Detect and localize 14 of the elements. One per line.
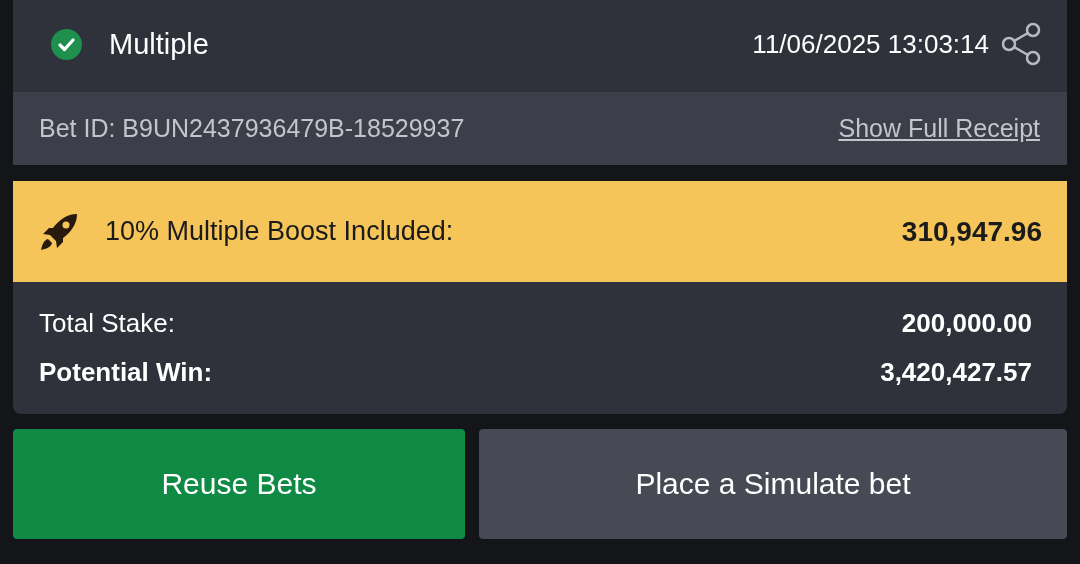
simulate-button[interactable]: Place a Simulate bet [479, 429, 1067, 539]
total-label: Potential Win: [39, 357, 213, 388]
total-value: 3,420,427.57 [880, 357, 1032, 388]
bet-datetime: 11/06/2025 13:03:14 [752, 28, 989, 60]
rocket-icon [39, 211, 79, 252]
boost-label: 10% Multiple Boost Included: [105, 216, 455, 247]
reuse-button[interactable]: Reuse Bets [13, 429, 465, 539]
bet-id: Bet ID: B9UN2437936479B-18529937 [39, 114, 465, 143]
total-label: Total Stake: [39, 308, 175, 339]
total-value: 200,000.00 [901, 308, 1032, 339]
boost-amount: 310,947.96 [901, 215, 1042, 248]
bet-type: Multiple [109, 27, 210, 61]
share-icon[interactable] [1001, 22, 1041, 66]
receipt-link[interactable]: Show Full Receipt [838, 114, 1040, 143]
